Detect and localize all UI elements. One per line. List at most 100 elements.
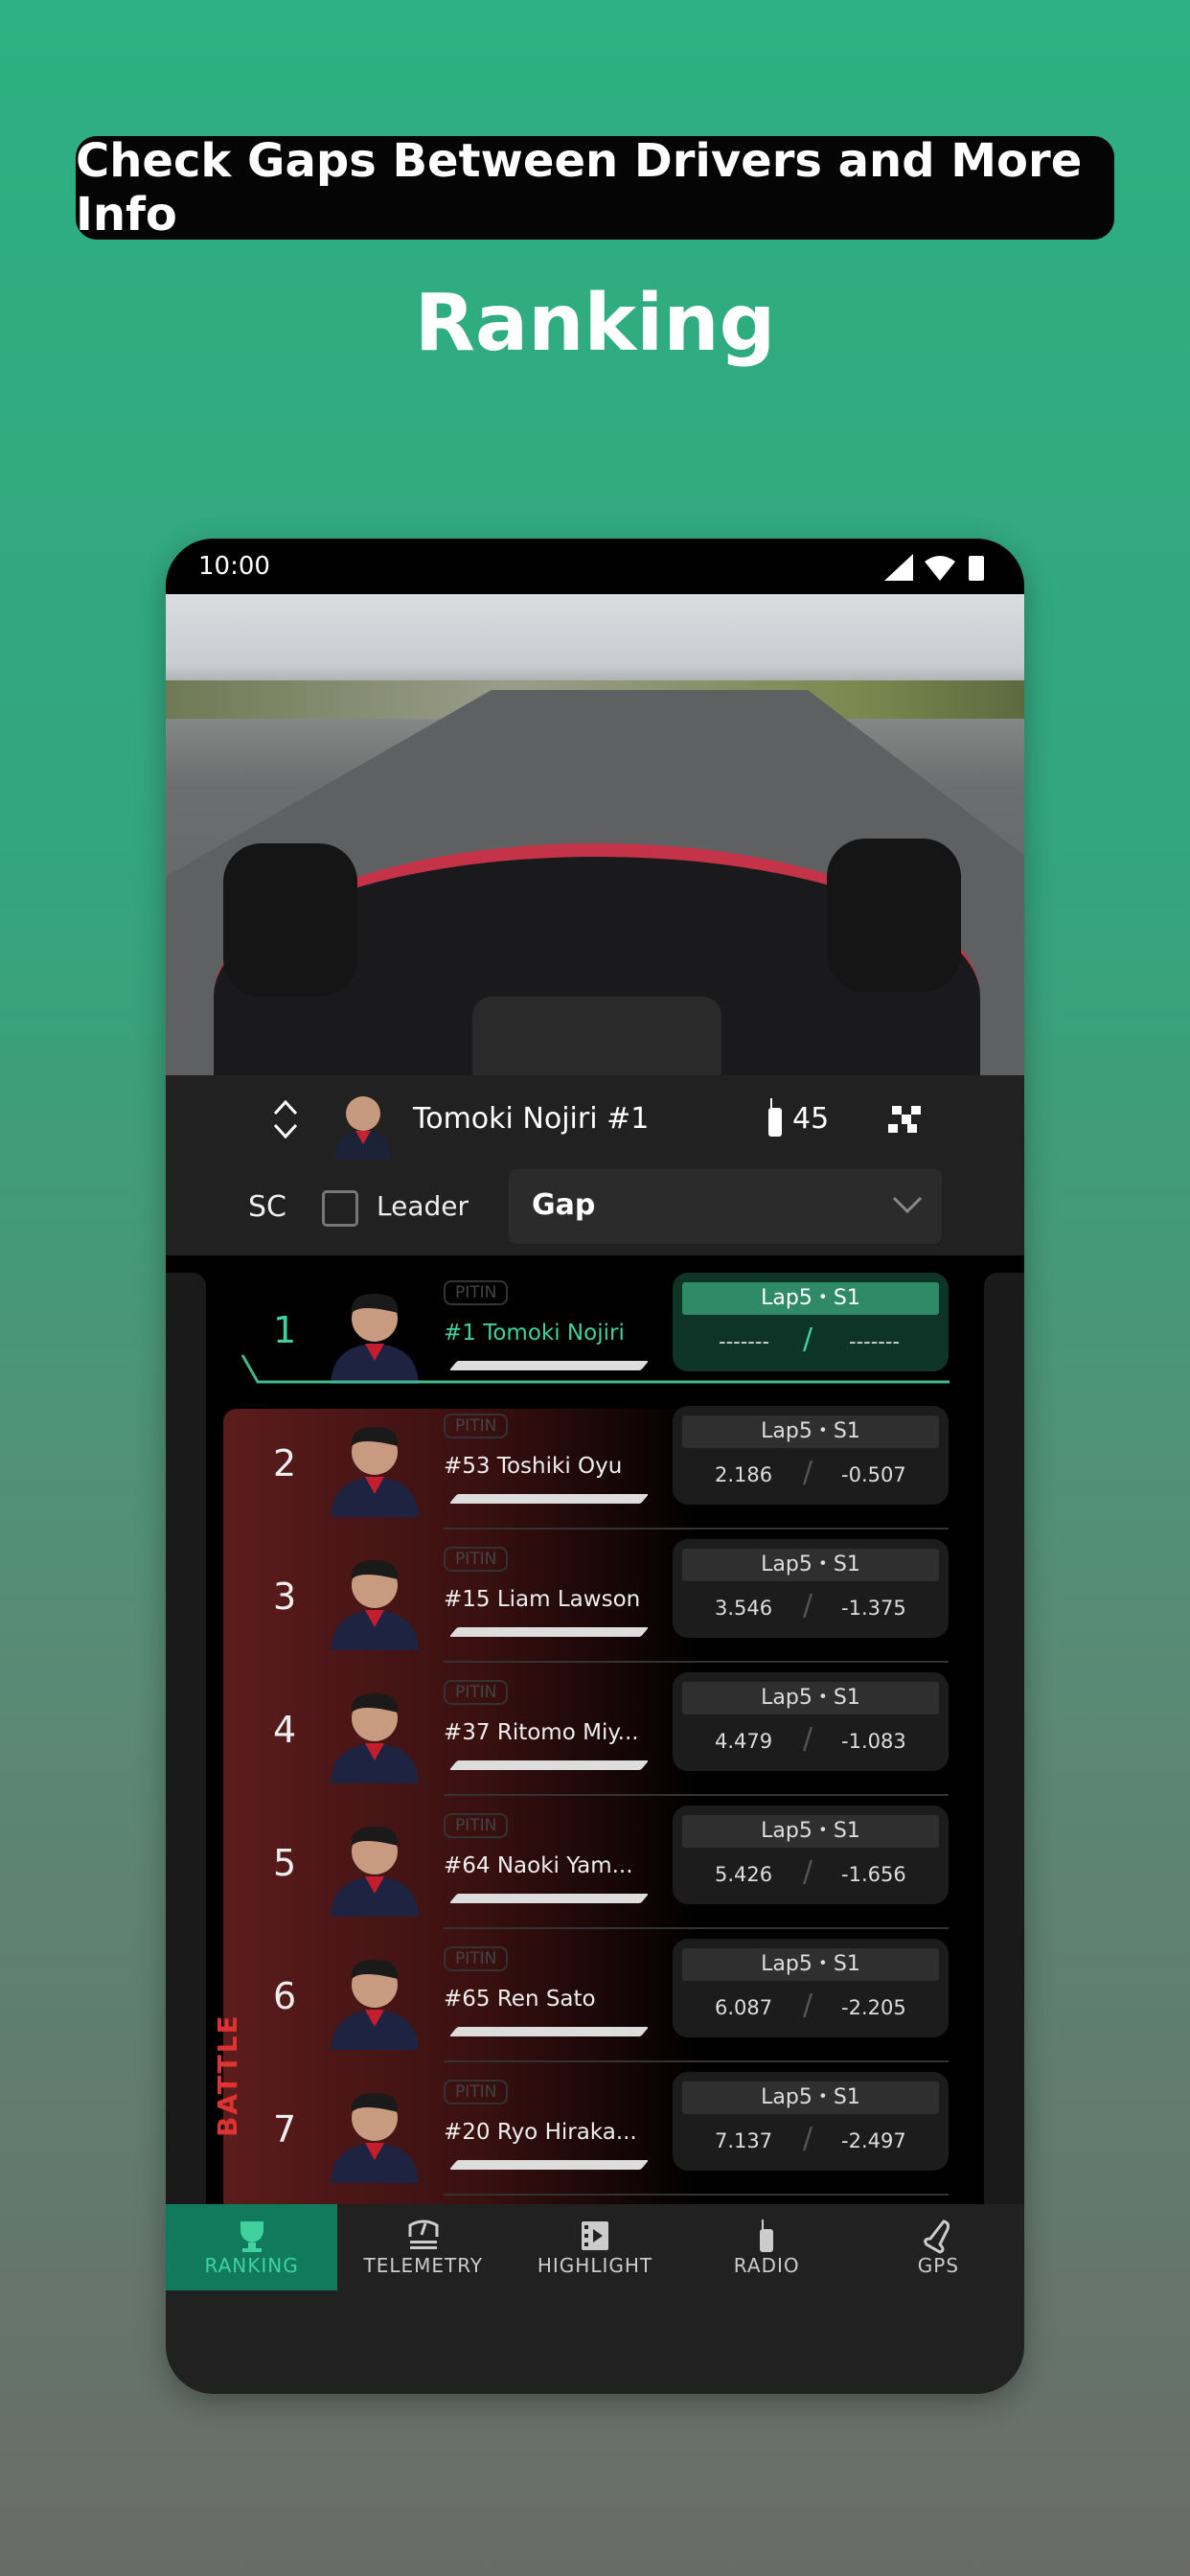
- ranking-row[interactable]: 2 PITIN #53 Toshiki Oyu Lap5・S1 2.186 / …: [166, 1406, 1024, 1539]
- gap-box: Lap5・S1 4.479 / -1.083: [673, 1672, 949, 1771]
- row-divider: [444, 1794, 949, 1796]
- driver-name: #37 Ritomo Miy...: [444, 1720, 639, 1745]
- row-divider: [444, 2060, 949, 2062]
- driver-name: #1 Tomoki Nojiri: [444, 1321, 625, 1346]
- tab-highlight[interactable]: HIGHLIGHT: [509, 2204, 680, 2290]
- lap-sector: Lap5・S1: [682, 1415, 939, 1448]
- tab-label: HIGHLIGHT: [537, 2254, 653, 2277]
- driver-name: #64 Naoki Yam...: [444, 1853, 633, 1878]
- gap-box: Lap5・S1 2.186 / -0.507: [673, 1406, 949, 1505]
- separator: /: [803, 1589, 813, 1622]
- driver-header: Tomoki Nojiri #1 45: [166, 1075, 1024, 1169]
- driver-photo: [323, 1813, 426, 1917]
- lap-sector: Lap5・S1: [682, 2082, 939, 2114]
- ranking-row[interactable]: 5 PITIN #64 Naoki Yam... Lap5・S1 5.426 /…: [166, 1806, 1024, 1939]
- promo-banner: Check Gaps Between Drivers and More Info: [76, 134, 1114, 242]
- driver-name: #65 Ren Sato: [444, 1987, 596, 2012]
- separator: /: [803, 2122, 813, 2155]
- lap-sector: Lap5・S1: [682, 1948, 939, 1981]
- driver-photo: [323, 1414, 426, 1517]
- sort-toggle-icon[interactable]: [271, 1098, 300, 1140]
- driver-name: #20 Ryo Hiraka...: [444, 2120, 637, 2145]
- chevron-down-icon: [892, 1196, 923, 1214]
- gap-value: 5.426: [715, 1863, 773, 1886]
- row-divider: [444, 1927, 949, 1929]
- leader-label: Leader: [377, 1190, 469, 1222]
- diff-value: -2.497: [841, 2129, 906, 2152]
- tab-label: GPS: [917, 2254, 960, 2277]
- position: 7: [273, 2108, 297, 2150]
- tab-label: RANKING: [204, 2254, 299, 2277]
- ranking-row[interactable]: 6 PITIN #65 Ren Sato Lap5・S1 6.087 / -2.…: [166, 1939, 1024, 2072]
- driver-photo: [323, 1680, 426, 1783]
- ranking-row[interactable]: 3 PITIN #15 Liam Lawson Lap5・S1 3.546 / …: [166, 1539, 1024, 1672]
- separator: /: [803, 1456, 813, 1489]
- phone-screen: 10:00 Tomoki Nojiri #1 45 SC Leader Gap: [166, 539, 1024, 2394]
- ranking-row[interactable]: 1 PITIN #1 Tomoki Nojiri Lap5・S1 -------…: [166, 1273, 1024, 1406]
- separator: /: [803, 1855, 813, 1889]
- status-bar: 10:00: [166, 539, 1024, 594]
- driver-name: #15 Liam Lawson: [444, 1587, 641, 1612]
- selected-driver-name[interactable]: Tomoki Nojiri #1: [413, 1102, 649, 1136]
- driver-photo: [323, 1946, 426, 2050]
- mode-value: Gap: [532, 1188, 596, 1222]
- tab-label: RADIO: [733, 2254, 800, 2277]
- tab-radio[interactable]: RADIO: [681, 2204, 853, 2290]
- position: 1: [273, 1309, 297, 1351]
- gap-value: 2.186: [715, 1463, 773, 1486]
- position: 4: [273, 1709, 297, 1751]
- video-icon: [582, 2221, 608, 2250]
- ranking-row[interactable]: 4 PITIN #37 Ritomo Miy... Lap5・S1 4.479 …: [166, 1672, 1024, 1806]
- diff-value: -1.375: [841, 1597, 906, 1620]
- diff-value: -2.205: [841, 1996, 906, 2019]
- checkered-flag-icon[interactable]: [886, 1104, 921, 1135]
- gap-box: Lap5・S1 5.426 / -1.656: [673, 1806, 949, 1904]
- promo-title: Ranking: [414, 278, 776, 369]
- separator: /: [803, 1989, 813, 2022]
- driver-photo: [323, 2080, 426, 2183]
- trophy-icon: [240, 2221, 263, 2252]
- row-divider: [444, 2194, 949, 2196]
- gap-box: Lap5・S1 7.137 / -2.497: [673, 2072, 949, 2171]
- position: 5: [273, 1842, 297, 1884]
- tab-gps[interactable]: GPS: [853, 2204, 1024, 2290]
- row-divider: [444, 1661, 949, 1663]
- diff-value: -1.083: [841, 1730, 906, 1753]
- battery-icon: [969, 556, 984, 581]
- row-divider: [444, 1528, 949, 1530]
- lap-sector: Lap5・S1: [682, 1682, 939, 1714]
- pitin-badge: PITIN: [444, 2080, 509, 2104]
- leader-checkbox[interactable]: [322, 1190, 358, 1227]
- pitin-badge: PITIN: [444, 1547, 509, 1572]
- gap-box: Lap5・S1 6.087 / -2.205: [673, 1939, 949, 2037]
- diff-value: -------: [849, 1330, 901, 1353]
- gap-value: -------: [719, 1330, 770, 1353]
- signal-icon: [884, 554, 913, 581]
- position: 2: [273, 1442, 297, 1484]
- pitin-badge: PITIN: [444, 1280, 509, 1305]
- pitin-badge: PITIN: [444, 1680, 509, 1705]
- radio-icon: [768, 1098, 782, 1137]
- position: 6: [273, 1975, 297, 2017]
- radio-count: 45: [792, 1102, 830, 1136]
- progress-bar: [448, 1894, 650, 1903]
- gap-value: 4.479: [715, 1730, 773, 1753]
- progress-bar: [448, 1760, 650, 1770]
- driver-photo: [323, 1547, 426, 1650]
- separator: /: [803, 1322, 813, 1356]
- pitin-badge: PITIN: [444, 1946, 509, 1971]
- tab-telemetry[interactable]: TELEMETRY: [337, 2204, 509, 2290]
- gap-value: 7.137: [715, 2129, 773, 2152]
- pitin-badge: PITIN: [444, 1414, 509, 1438]
- gap-value: 6.087: [715, 1996, 773, 2019]
- driver-avatar: [327, 1087, 400, 1160]
- onboard-video[interactable]: [166, 594, 1024, 1075]
- ranking-row[interactable]: 7 PITIN #20 Ryo Hiraka... Lap5・S1 7.137 …: [166, 2072, 1024, 2204]
- tab-ranking[interactable]: RANKING: [166, 2204, 338, 2290]
- diff-value: -0.507: [841, 1463, 906, 1486]
- pitin-badge: PITIN: [444, 1813, 509, 1838]
- track-map-icon: [924, 2220, 950, 2254]
- lap-sector: Lap5・S1: [682, 1282, 939, 1315]
- gap-value: 3.546: [715, 1597, 773, 1620]
- mode-dropdown[interactable]: Gap: [509, 1169, 942, 1244]
